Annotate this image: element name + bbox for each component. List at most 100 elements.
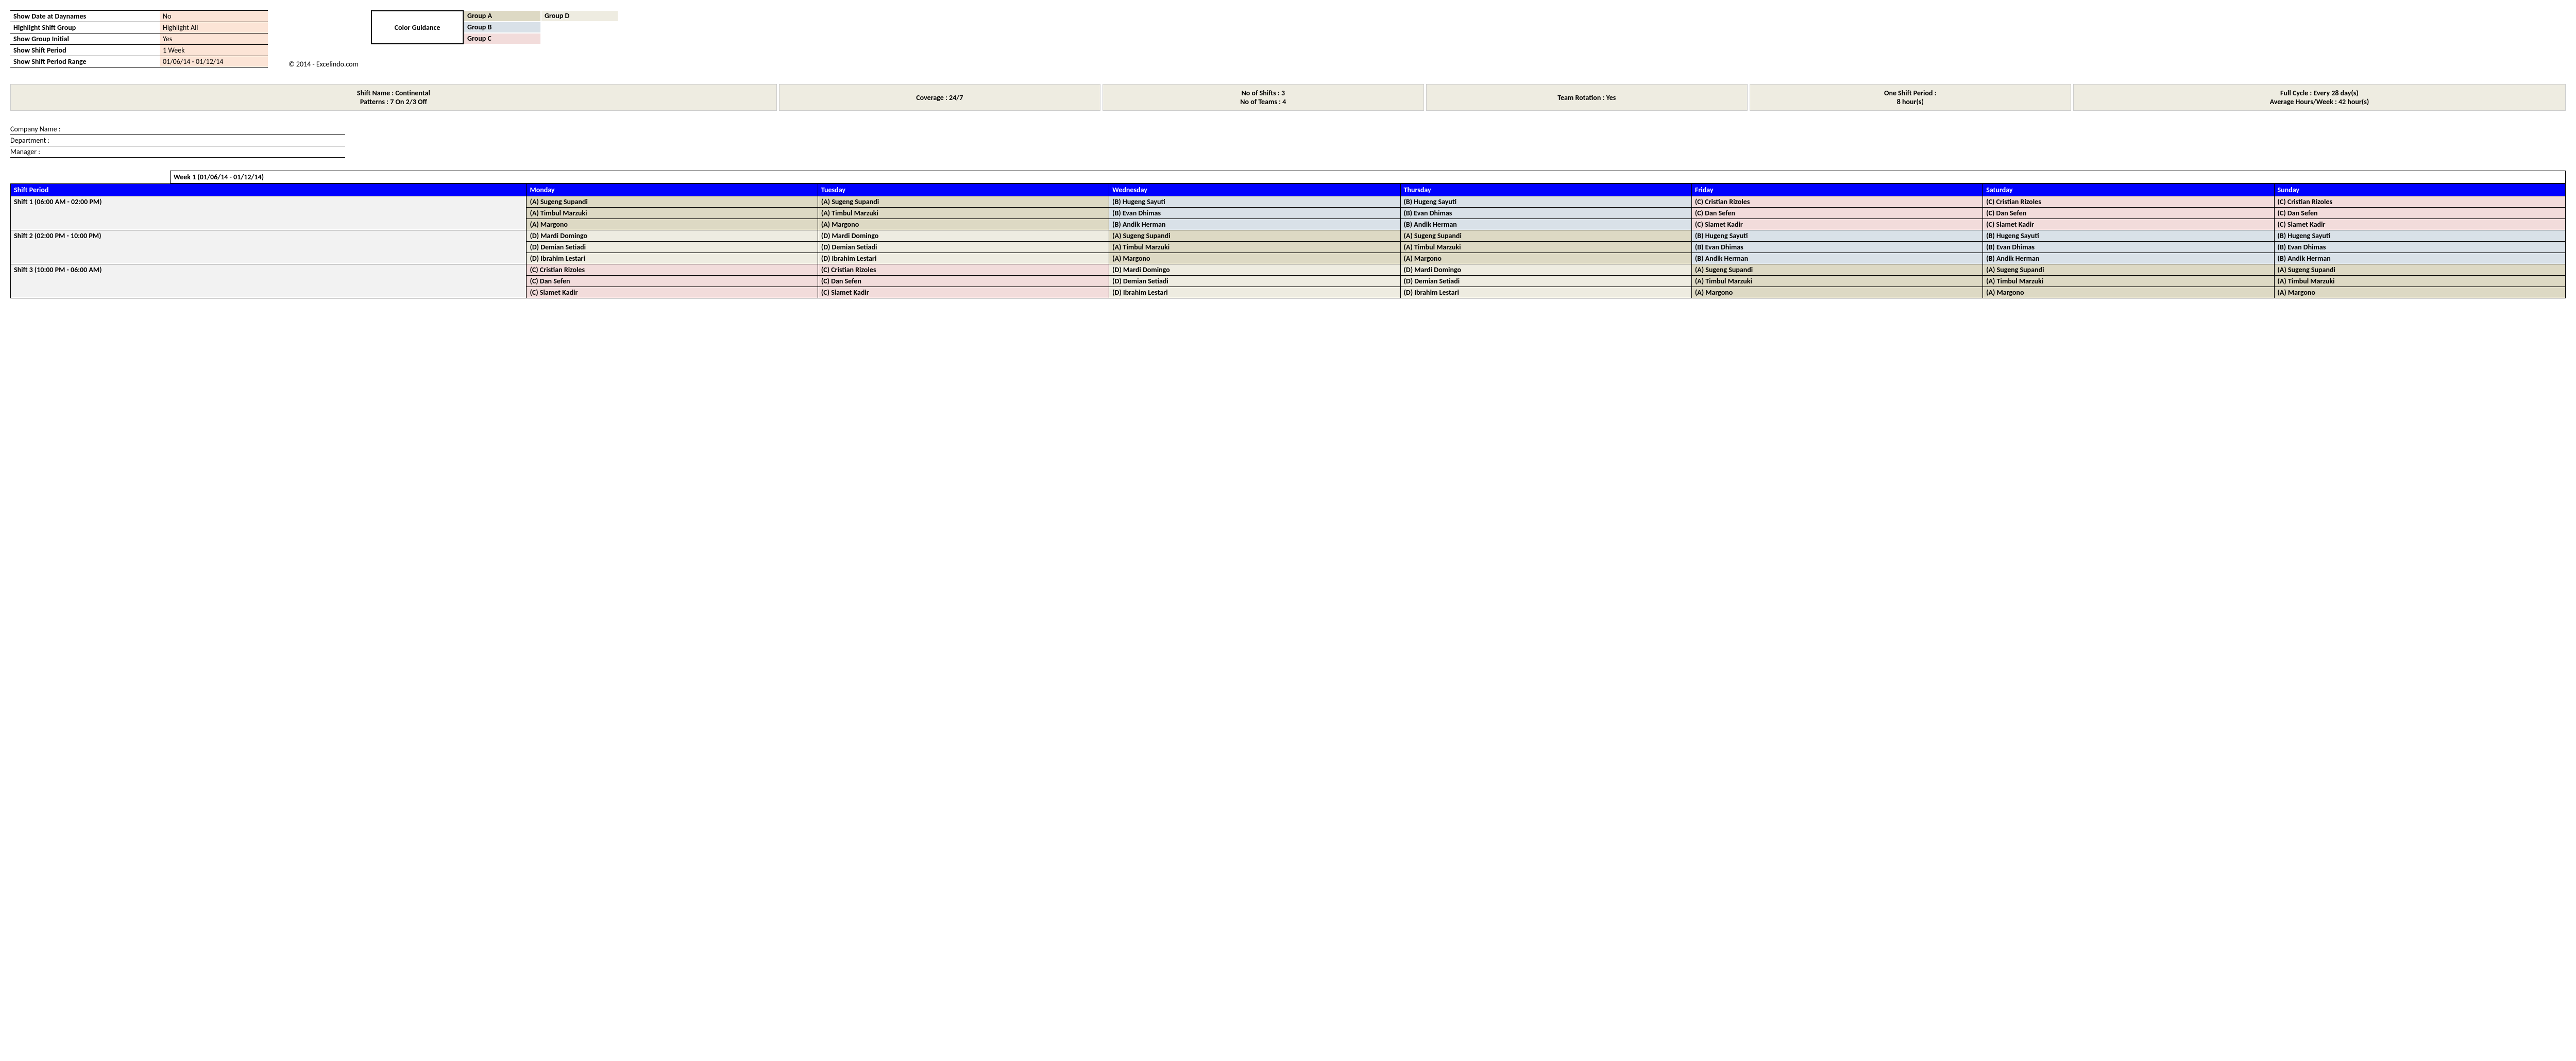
schedule-cell: (A) Timbul Marzuki <box>2274 276 2565 287</box>
schedule-wrap: Week 1 (01/06/14 - 01/12/14) Shift Perio… <box>10 171 2566 298</box>
group-b-swatch: Group B <box>464 22 541 33</box>
settings-label: Show Shift Period Range <box>10 56 160 68</box>
header-day: Monday <box>527 184 818 196</box>
schedule-cell: (A) Margono <box>2274 287 2565 298</box>
schedule-cell: (B) Andik Herman <box>1691 253 1982 264</box>
schedule-cell: (D) Demian Setiadi <box>1109 276 1400 287</box>
header-shift-period: Shift Period <box>11 184 527 196</box>
schedule-cell: (C) Dan Sefen <box>1691 208 1982 219</box>
company-name-line: Company Name : <box>10 124 345 135</box>
schedule-cell: (C) Slamet Kadir <box>1691 219 1982 230</box>
schedule-cell: (C) Cristian Rizoles <box>1983 196 2274 208</box>
schedule-cell: (D) Mardi Domingo <box>1400 264 1691 276</box>
header-day: Friday <box>1691 184 1982 196</box>
summary-bar: Shift Name : Continental Patterns : 7 On… <box>10 84 2566 111</box>
schedule-cell: (B) Andik Herman <box>2274 253 2565 264</box>
schedule-row: Shift 2 (02:00 PM - 10:00 PM)(D) Mardi D… <box>11 230 2566 242</box>
schedule-cell: (C) Slamet Kadir <box>818 287 1109 298</box>
summary-rotation: Team Rotation : Yes <box>1426 84 1748 111</box>
schedule-cell: (B) Evan Dhimas <box>1109 208 1400 219</box>
week-header: Week 1 (01/06/14 - 01/12/14) <box>170 171 2566 183</box>
settings-row: Show Date at DaynamesNo <box>10 11 268 22</box>
settings-value[interactable]: Yes <box>160 33 268 45</box>
shift-period-label: Shift 2 (02:00 PM - 10:00 PM) <box>11 230 527 264</box>
schedule-cell: (D) Ibrahim Lestari <box>1109 287 1400 298</box>
schedule-cell: (A) Sugeng Supandi <box>1400 230 1691 242</box>
schedule-cell: (B) Evan Dhimas <box>1691 242 1982 253</box>
settings-value[interactable]: Highlight All <box>160 22 268 33</box>
summary-no-teams: No of Teams : 4 <box>1109 97 1417 106</box>
group-a-swatch: Group A <box>464 10 541 22</box>
schedule-cell: (C) Slamet Kadir <box>1983 219 2274 230</box>
summary-patterns: Patterns : 7 On 2/3 Off <box>17 97 770 106</box>
schedule-cell: (A) Margono <box>1983 287 2274 298</box>
settings-value[interactable]: No <box>160 11 268 22</box>
schedule-cell: (D) Mardi Domingo <box>818 230 1109 242</box>
schedule-cell: (D) Demian Setiadi <box>818 242 1109 253</box>
summary-shift-name: Shift Name : Continental Patterns : 7 On… <box>10 84 777 111</box>
schedule-cell: (D) Ibrahim Lestari <box>1400 287 1691 298</box>
settings-value[interactable]: 1 Week <box>160 45 268 56</box>
summary-one-shift-1: One Shift Period : <box>1756 89 2064 97</box>
manager-line: Manager : <box>10 146 345 158</box>
schedule-row: Shift 3 (10:00 PM - 06:00 AM)(C) Cristia… <box>11 264 2566 276</box>
summary-avg-hours: Average Hours/Week : 42 hour(s) <box>2080 97 2559 106</box>
group-d-swatch: Group D <box>541 10 618 22</box>
shift-period-label: Shift 1 (06:00 AM - 02:00 PM) <box>11 196 527 230</box>
settings-label: Show Group Initial <box>10 33 160 45</box>
schedule-cell: (D) Ibrahim Lestari <box>818 253 1109 264</box>
schedule-cell: (B) Evan Dhimas <box>2274 242 2565 253</box>
schedule-cell: (A) Margono <box>1400 253 1691 264</box>
schedule-cell: (A) Timbul Marzuki <box>1983 276 2274 287</box>
settings-row: Show Group InitialYes <box>10 33 268 45</box>
summary-shift-name-line1: Shift Name : Continental <box>17 89 770 97</box>
schedule-cell: (C) Dan Sefen <box>2274 208 2565 219</box>
department-line: Department : <box>10 135 345 146</box>
schedule-cell: (C) Slamet Kadir <box>527 287 818 298</box>
schedule-cell: (B) Evan Dhimas <box>1983 242 2274 253</box>
settings-value[interactable]: 01/06/14 - 01/12/14 <box>160 56 268 68</box>
schedule-cell: (A) Timbul Marzuki <box>1400 242 1691 253</box>
schedule-cell: (C) Slamet Kadir <box>2274 219 2565 230</box>
settings-row: Highlight Shift GroupHighlight All <box>10 22 268 33</box>
copyright-text: © 2014 - Excelindo.com <box>289 60 618 69</box>
settings-label: Highlight Shift Group <box>10 22 160 33</box>
schedule-cell: (A) Margono <box>527 219 818 230</box>
schedule-cell: (B) Hugeng Sayuti <box>1400 196 1691 208</box>
schedule-cell: (D) Ibrahim Lestari <box>527 253 818 264</box>
header-day: Tuesday <box>818 184 1109 196</box>
top-row: Show Date at DaynamesNoHighlight Shift G… <box>10 10 2566 69</box>
schedule-cell: (C) Dan Sefen <box>1983 208 2274 219</box>
schedule-cell: (A) Sugeng Supandi <box>1109 230 1400 242</box>
header-day: Saturday <box>1983 184 2274 196</box>
schedule-cell: (C) Cristian Rizoles <box>1691 196 1982 208</box>
schedule-cell: (D) Demian Setiadi <box>527 242 818 253</box>
schedule-cell: (C) Dan Sefen <box>818 276 1109 287</box>
color-guidance-block: Color Guidance Group A Group D Group B G… <box>289 10 618 69</box>
schedule-cell: (A) Sugeng Supandi <box>527 196 818 208</box>
summary-full-cycle: Full Cycle : Every 28 day(s) <box>2080 89 2559 97</box>
schedule-cell: (B) Hugeng Sayuti <box>1109 196 1400 208</box>
schedule-cell: (B) Andik Herman <box>1983 253 2274 264</box>
schedule-cell: (B) Hugeng Sayuti <box>1691 230 1982 242</box>
header-day: Sunday <box>2274 184 2565 196</box>
schedule-cell: (A) Timbul Marzuki <box>1109 242 1400 253</box>
settings-row: Show Shift Period Range01/06/14 - 01/12/… <box>10 56 268 68</box>
group-c-swatch: Group C <box>464 33 541 44</box>
settings-row: Show Shift Period1 Week <box>10 45 268 56</box>
color-guidance-title: Color Guidance <box>371 10 464 44</box>
schedule-cell: (C) Cristian Rizoles <box>818 264 1109 276</box>
schedule-cell: (B) Andik Herman <box>1109 219 1400 230</box>
schedule-cell: (A) Timbul Marzuki <box>818 208 1109 219</box>
settings-table: Show Date at DaynamesNoHighlight Shift G… <box>10 10 268 68</box>
company-block: Company Name : Department : Manager : <box>10 124 345 158</box>
shift-period-label: Shift 3 (10:00 PM - 06:00 AM) <box>11 264 527 298</box>
summary-one-shift-2: 8 hour(s) <box>1756 97 2064 106</box>
schedule-cell: (B) Andik Herman <box>1400 219 1691 230</box>
header-day: Wednesday <box>1109 184 1400 196</box>
schedule-cell: (A) Margono <box>818 219 1109 230</box>
schedule-cell: (B) Hugeng Sayuti <box>1983 230 2274 242</box>
summary-one-shift: One Shift Period : 8 hour(s) <box>1750 84 2071 111</box>
header-day: Thursday <box>1400 184 1691 196</box>
summary-shifts-teams: No of Shifts : 3 No of Teams : 4 <box>1103 84 1424 111</box>
